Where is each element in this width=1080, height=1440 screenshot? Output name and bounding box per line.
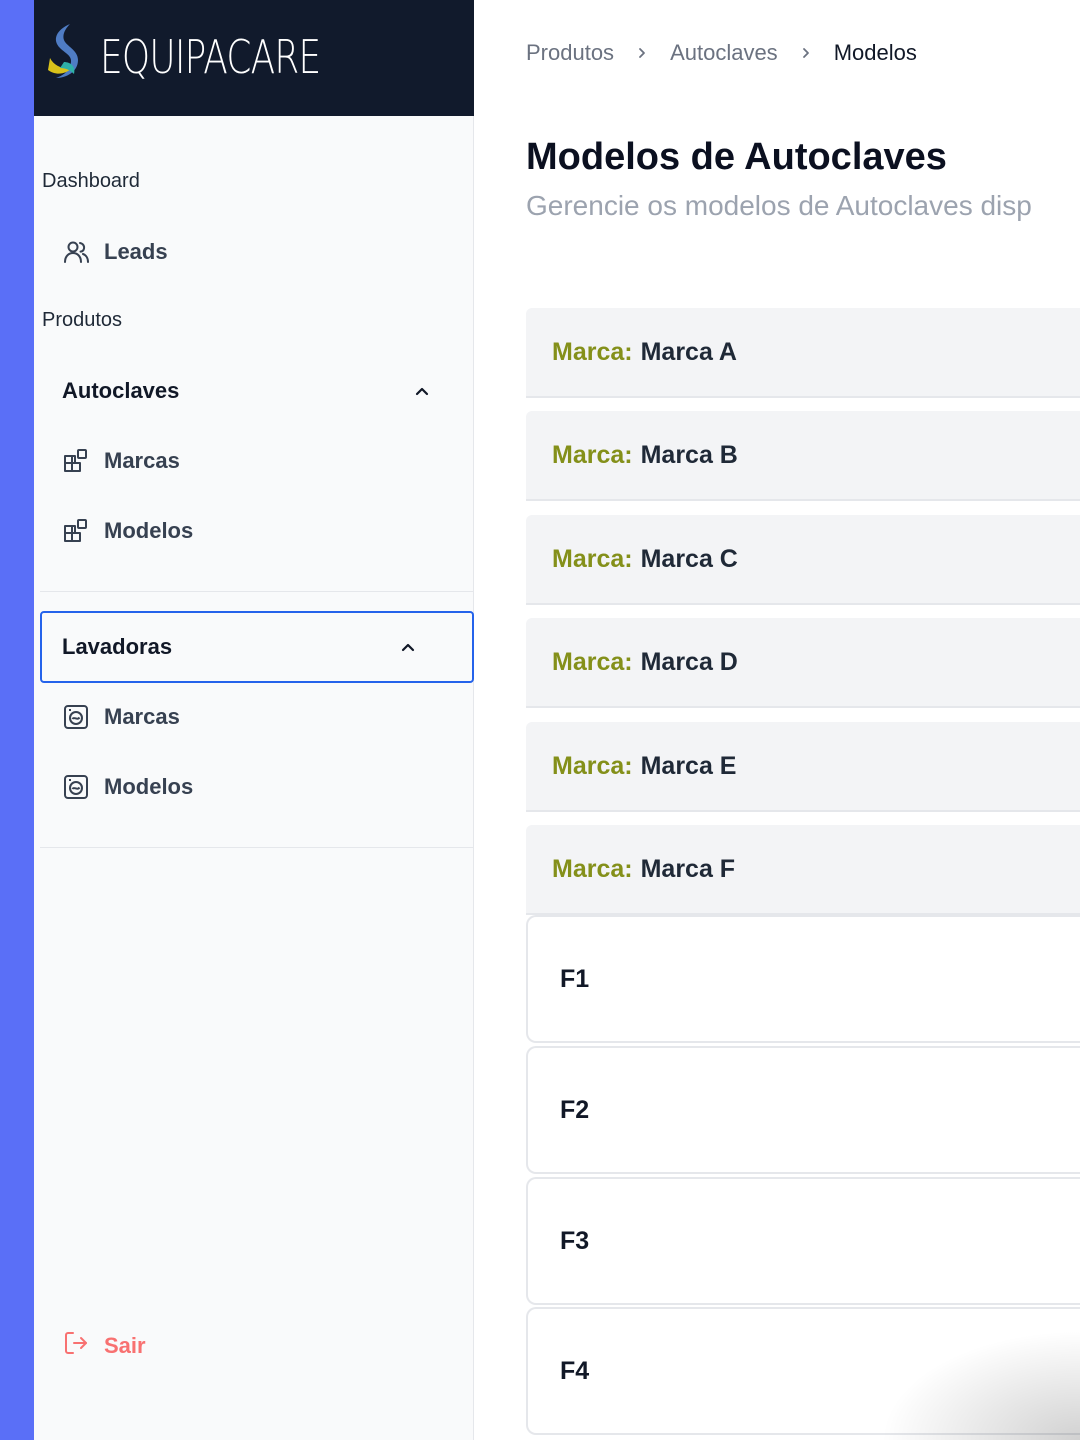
model-name: F1 [560, 964, 590, 993]
brand-prefix: Marca: [552, 854, 633, 883]
brand-name: Marca A [640, 337, 737, 366]
brand-prefix: Marca: [552, 440, 633, 469]
page-subtitle: Gerencie os modelos de Autoclaves disp [526, 190, 1032, 221]
brand-name: Marca F [640, 854, 736, 883]
chevron-up-icon [401, 643, 415, 652]
breadcrumb-item-autoclaves[interactable]: Autoclaves [670, 40, 778, 66]
sidebar-item-autoclaves-modelos[interactable]: Modelos [62, 511, 193, 551]
brand-accordion-row[interactable]: Marca: Marca C [526, 515, 1080, 605]
brand-name: Marca D [640, 647, 738, 676]
users-icon [62, 238, 90, 266]
model-name: F4 [560, 1356, 590, 1385]
sidebar-item-label: Marcas [104, 704, 180, 729]
model-card[interactable]: F4 [526, 1307, 1080, 1435]
section-title-dashboard: Dashboard [42, 170, 140, 192]
window-edge-stripe [0, 0, 34, 1440]
model-card[interactable]: F2 [526, 1046, 1080, 1174]
blocks-icon [62, 517, 90, 545]
equipacare-logo-icon [48, 24, 78, 78]
brand-prefix: Marca: [552, 544, 633, 573]
group-label: Autoclaves [62, 378, 180, 403]
sidebar-item-label: Modelos [104, 518, 194, 543]
group-header-lavadoras[interactable]: Lavadoras [40, 611, 474, 683]
chevron-right-icon [614, 46, 670, 60]
brand-accordion-row[interactable]: Marca: Marca A [526, 308, 1080, 398]
sidebar-item-lavadoras-modelos[interactable]: Modelos [62, 767, 193, 807]
washing-machine-icon [62, 703, 90, 731]
brand-accordion-row[interactable]: Marca: Marca D [526, 618, 1080, 708]
brand-accordion-row[interactable]: Marca: Marca F [526, 825, 1080, 915]
group-label: Lavadoras [62, 634, 173, 659]
logout-icon [62, 1329, 90, 1363]
blocks-icon [62, 447, 90, 475]
washing-machine-icon [62, 773, 90, 801]
breadcrumb-item-modelos: Modelos [833, 40, 917, 65]
model-name: F3 [560, 1226, 590, 1255]
sidebar-item-autoclaves-marcas[interactable]: Marcas [62, 441, 180, 481]
brand-prefix: Marca: [552, 647, 633, 676]
brand-prefix: Marca: [552, 751, 633, 780]
sidebar-divider [40, 847, 474, 848]
main-content: Produtos Autoclaves Modelos Modelos de A… [474, 0, 1080, 1440]
sidebar-divider [40, 591, 474, 592]
logout-button[interactable]: Sair [62, 1326, 146, 1366]
model-card[interactable]: F1 [526, 915, 1080, 1043]
sidebar-item-label: Modelos [104, 774, 194, 799]
brand-name: Marca C [640, 544, 738, 573]
brand-header[interactable]: EQUIPACARE [34, 0, 474, 116]
sidebar-item-label: Marcas [104, 448, 180, 473]
model-name: F2 [560, 1095, 590, 1124]
brand-name: EQUIPACARE [100, 30, 321, 84]
sidebar-item-leads[interactable]: Leads [62, 232, 168, 272]
model-card[interactable]: F3 [526, 1177, 1080, 1305]
brand-name: Marca B [640, 440, 738, 469]
breadcrumb: Produtos Autoclaves Modelos [526, 40, 917, 66]
breadcrumb-item-produtos[interactable]: Produtos [526, 40, 614, 66]
sidebar-item-lavadoras-marcas[interactable]: Marcas [62, 697, 180, 737]
sidebar: EQUIPACARE Dashboard Leads Produtos Auto… [34, 0, 474, 1440]
section-title-produtos: Produtos [42, 309, 123, 331]
page-title: Modelos de Autoclaves [526, 136, 947, 178]
logout-label: Sair [104, 1333, 146, 1358]
brand-accordion-row[interactable]: Marca: Marca E [526, 722, 1080, 812]
group-header-autoclaves[interactable]: Autoclaves [62, 371, 432, 411]
chevron-right-icon [778, 46, 834, 60]
brand-name: Marca E [640, 751, 737, 780]
sidebar-item-label: Leads [104, 239, 168, 264]
chevron-up-icon [415, 387, 429, 396]
brand-accordion-row[interactable]: Marca: Marca B [526, 411, 1080, 501]
brand-prefix: Marca: [552, 337, 633, 366]
